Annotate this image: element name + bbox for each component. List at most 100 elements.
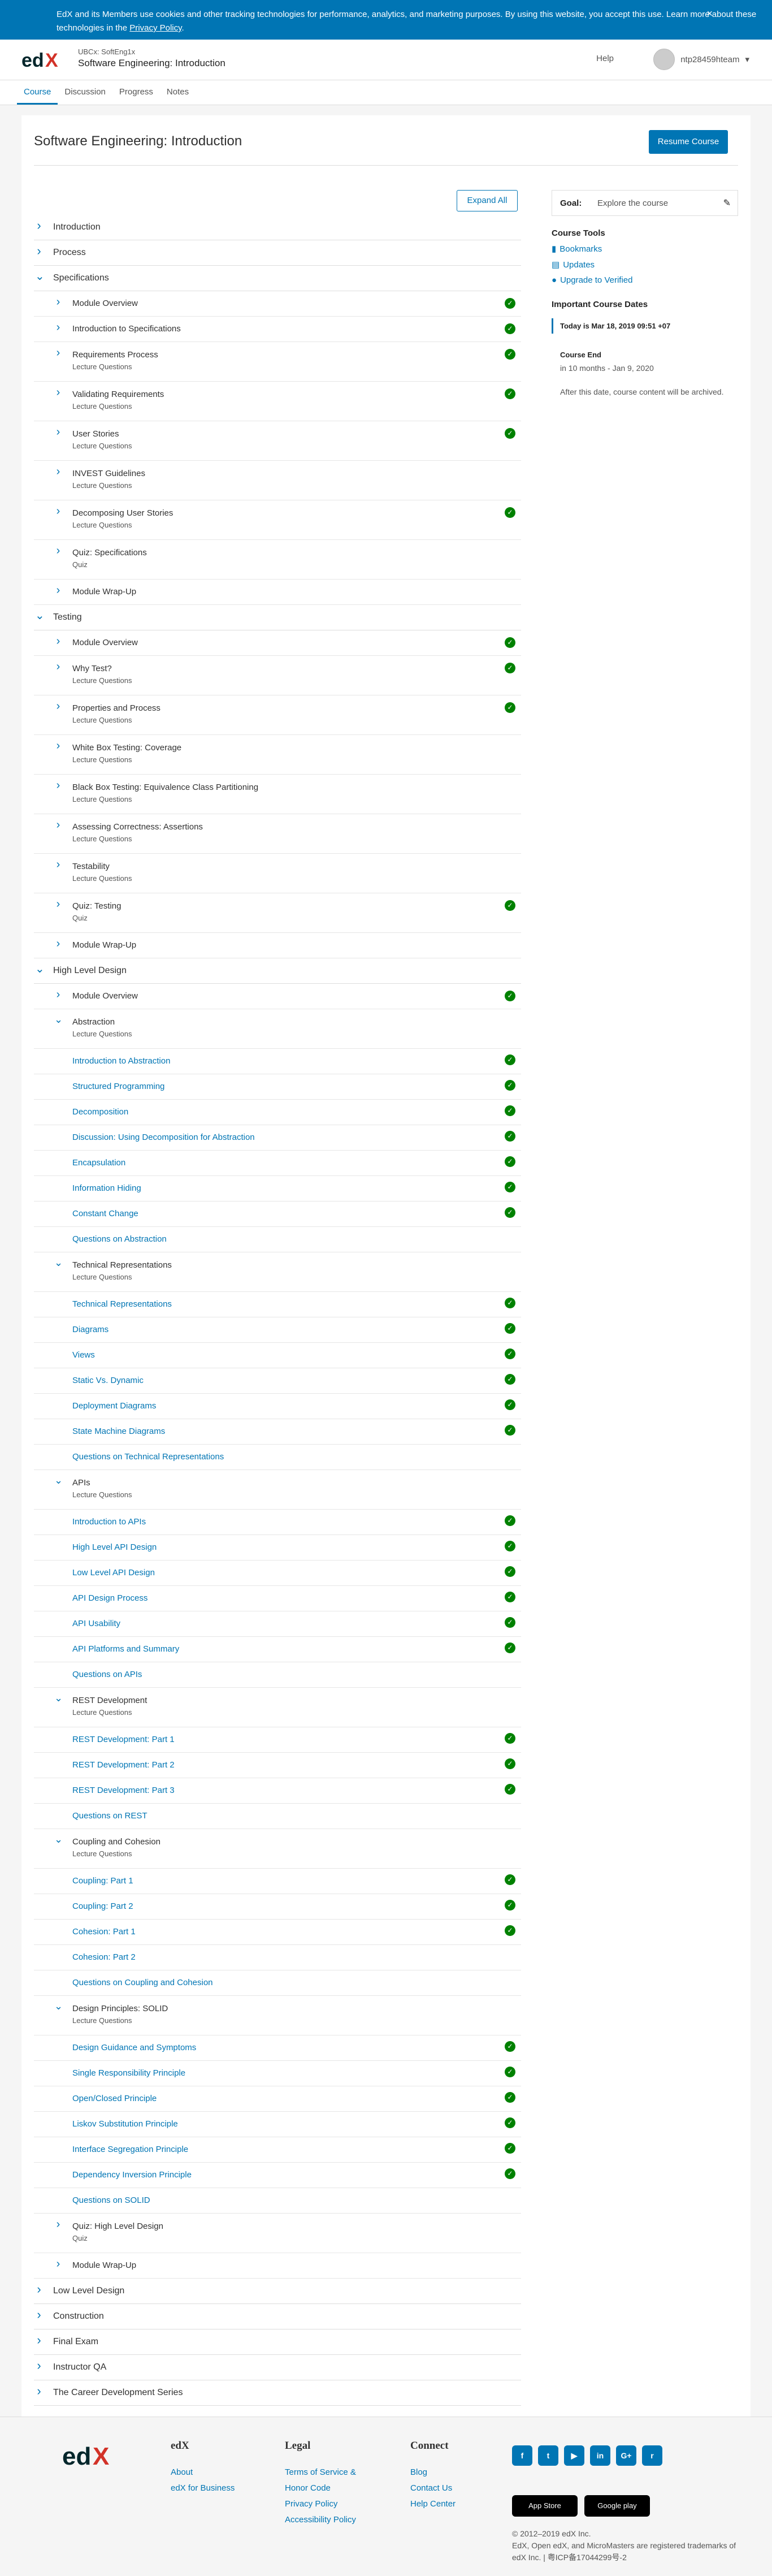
unit-link[interactable]: Static Vs. Dynamic (72, 1376, 144, 1385)
unit-link[interactable]: Constant Change (72, 1209, 138, 1218)
unit-row[interactable]: Questions on REST (34, 1804, 521, 1829)
section-row[interactable]: › Process (34, 240, 521, 266)
unit-link[interactable]: Open/Closed Principle (72, 2094, 157, 2103)
unit-row[interactable]: Information Hiding ✓ (34, 1176, 521, 1201)
google-play-badge[interactable]: Google play (584, 2495, 650, 2517)
chevron-down-icon[interactable]: ⌄ (54, 1475, 63, 1485)
unit-link[interactable]: Design Guidance and Symptoms (72, 2043, 196, 2052)
unit-row[interactable]: Cohesion: Part 1 ✓ (34, 1920, 521, 1945)
chevron-down-icon[interactable]: ⌄ (54, 1014, 63, 1025)
unit-link[interactable]: Diagrams (72, 1325, 109, 1334)
subsection-row[interactable]: › Quiz: Specifications Quiz (34, 540, 521, 580)
subsection-row[interactable]: › Testability Lecture Questions (34, 854, 521, 893)
tab-notes[interactable]: Notes (160, 80, 196, 105)
chevron-right-icon[interactable]: › (54, 661, 62, 672)
unit-row[interactable]: Structured Programming ✓ (34, 1074, 521, 1100)
subsection-row[interactable]: › Quiz: Testing Quiz ✓ (34, 893, 521, 933)
unit-link[interactable]: Cohesion: Part 2 (72, 1952, 136, 1962)
chevron-right-icon[interactable]: › (54, 938, 62, 949)
subsection-row[interactable]: › Black Box Testing: Equivalence Class Pa… (34, 775, 521, 814)
tab-progress[interactable]: Progress (112, 80, 160, 105)
unit-link[interactable]: Views (72, 1350, 95, 1360)
chevron-right-icon[interactable]: › (54, 2219, 62, 2230)
chevron-right-icon[interactable]: › (35, 2309, 43, 2321)
chevron-down-icon[interactable]: ⌄ (54, 1693, 63, 1703)
chevron-right-icon[interactable]: › (35, 245, 43, 257)
unit-link[interactable]: Introduction to Abstraction (72, 1056, 170, 1066)
subsection-row[interactable]: › Module Overview ✓ (34, 984, 521, 1009)
unit-row[interactable]: Views ✓ (34, 1343, 521, 1368)
chevron-down-icon[interactable]: ⌄ (54, 1834, 63, 1844)
chevron-right-icon[interactable]: › (35, 2283, 43, 2296)
close-icon[interactable]: × (706, 7, 713, 20)
chevron-right-icon[interactable]: › (54, 426, 62, 438)
subsection-row[interactable]: › Module Wrap-Up (34, 933, 521, 958)
footer-link-help[interactable]: Help Center (410, 2496, 456, 2512)
unit-link[interactable]: State Machine Diagrams (72, 1427, 165, 1436)
unit-link[interactable]: REST Development: Part 2 (72, 1760, 175, 1770)
unit-link[interactable]: Questions on Coupling and Cohesion (72, 1978, 213, 1987)
unit-link[interactable]: Decomposition (72, 1107, 128, 1117)
unit-row[interactable]: Introduction to APIs ✓ (34, 1510, 521, 1535)
unit-row[interactable]: Single Responsibility Principle ✓ (34, 2061, 521, 2086)
edx-logo[interactable]: ed X (21, 49, 70, 74)
chevron-down-icon[interactable]: ⌄ (54, 2001, 63, 2011)
unit-link[interactable]: Introduction to APIs (72, 1517, 146, 1527)
unit-row[interactable]: Questions on SOLID (34, 2188, 521, 2214)
subsection-row[interactable]: ⌄ Coupling and Cohesion Lecture Questions (34, 1829, 521, 1869)
unit-row[interactable]: Coupling: Part 2 ✓ (34, 1894, 521, 1920)
chevron-right-icon[interactable]: › (35, 2359, 43, 2372)
section-row[interactable]: ⌄ Testing (34, 605, 521, 630)
resume-course-button[interactable]: Resume Course (649, 130, 728, 154)
chevron-down-icon[interactable]: ⌄ (35, 963, 45, 975)
unit-row[interactable]: Encapsulation ✓ (34, 1151, 521, 1176)
footer-link-privacy[interactable]: Privacy Policy (285, 2496, 381, 2512)
section-row[interactable]: › Low Level Design (34, 2279, 521, 2304)
chevron-right-icon[interactable]: › (54, 989, 62, 1000)
app-store-badge[interactable]: App Store (512, 2495, 578, 2517)
user-menu[interactable]: ntp28459hteam ▾ (653, 49, 749, 70)
subsection-row[interactable]: ⌄ Design Principles: SOLID Lecture Questio… (34, 1996, 521, 2035)
subsection-row[interactable]: › User Stories Lecture Questions ✓ (34, 421, 521, 461)
unit-row[interactable]: Questions on APIs (34, 1662, 521, 1688)
subsection-row[interactable]: › INVEST Guidelines Lecture Questions (34, 461, 521, 500)
subsection-row[interactable]: › White Box Testing: Coverage Lecture Ques… (34, 735, 521, 775)
subsection-row[interactable]: › Quiz: High Level Design Quiz (34, 2214, 521, 2253)
unit-link[interactable]: Encapsulation (72, 1158, 125, 1168)
unit-link[interactable]: Structured Programming (72, 1082, 164, 1091)
unit-link[interactable]: Information Hiding (72, 1183, 141, 1193)
chevron-right-icon[interactable]: › (54, 505, 62, 517)
section-row[interactable]: ⌄ High Level Design (34, 958, 521, 984)
chevron-right-icon[interactable]: › (54, 545, 62, 556)
tab-discussion[interactable]: Discussion (58, 80, 112, 105)
unit-row[interactable]: API Design Process ✓ (34, 1586, 521, 1611)
section-row[interactable]: › The Career Development Series (34, 2380, 521, 2406)
subsection-row[interactable]: › Module Overview ✓ (34, 630, 521, 656)
chevron-right-icon[interactable]: › (54, 898, 62, 910)
unit-link[interactable]: Dependency Inversion Principle (72, 2170, 192, 2180)
footer-logo[interactable]: ed X (62, 2441, 124, 2473)
tab-course[interactable]: Course (17, 80, 58, 105)
unit-link[interactable]: Questions on Technical Representations (72, 1452, 224, 1462)
footer-link-contact[interactable]: Contact Us (410, 2480, 456, 2496)
chevron-right-icon[interactable]: › (54, 780, 62, 791)
unit-link[interactable]: Liskov Substitution Principle (72, 2119, 178, 2129)
unit-link[interactable]: Technical Representations (72, 1299, 172, 1309)
chevron-right-icon[interactable]: › (54, 466, 62, 477)
footer-link-terms[interactable]: Terms of Service & Honor Code (285, 2465, 381, 2496)
chevron-right-icon[interactable]: › (54, 322, 62, 333)
help-link[interactable]: Help (596, 54, 614, 63)
unit-row[interactable]: Introduction to Abstraction ✓ (34, 1049, 521, 1074)
unit-row[interactable]: Dependency Inversion Principle ✓ (34, 2163, 521, 2188)
chevron-right-icon[interactable]: › (54, 740, 62, 751)
chevron-down-icon[interactable]: ⌄ (35, 271, 45, 282)
unit-link[interactable]: High Level API Design (72, 1542, 157, 1552)
unit-row[interactable]: Static Vs. Dynamic ✓ (34, 1368, 521, 1394)
unit-link[interactable]: Cohesion: Part 1 (72, 1927, 136, 1937)
subsection-row[interactable]: › Requirements Process Lecture Questions ✓ (34, 342, 521, 382)
unit-row[interactable]: Open/Closed Principle ✓ (34, 2086, 521, 2112)
subsection-row[interactable]: › Why Test? Lecture Questions ✓ (34, 656, 521, 695)
unit-row[interactable]: Deployment Diagrams ✓ (34, 1394, 521, 1419)
unit-link[interactable]: REST Development: Part 1 (72, 1735, 175, 1744)
unit-link[interactable]: Coupling: Part 1 (72, 1876, 133, 1886)
